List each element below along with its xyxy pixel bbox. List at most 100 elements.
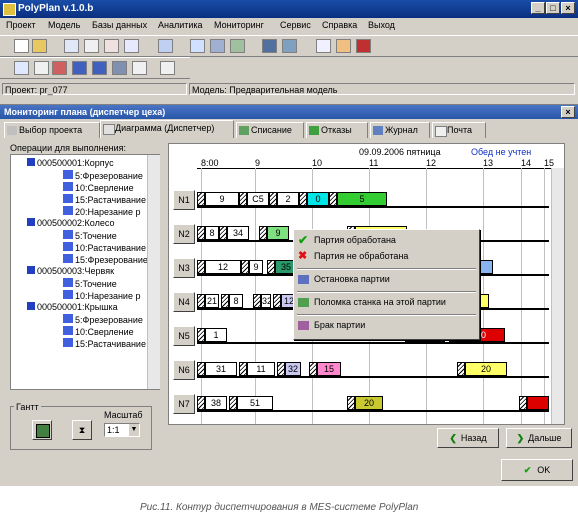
- batch-bar[interactable]: 32: [261, 294, 271, 308]
- display-icon[interactable]: [230, 39, 245, 53]
- batch-bar[interactable]: 12: [205, 260, 241, 274]
- machine-label[interactable]: N5: [173, 326, 195, 346]
- hourglass-button[interactable]: ⧗: [72, 420, 92, 440]
- batch-bar[interactable]: 38: [205, 396, 227, 410]
- machine-label[interactable]: N7: [173, 394, 195, 414]
- tree-order[interactable]: 000500003:Червяк: [27, 266, 114, 276]
- menu-service[interactable]: Сервис: [280, 20, 311, 30]
- table-icon[interactable]: [64, 39, 79, 53]
- menu-batch-stop[interactable]: Остановка партии: [294, 271, 479, 288]
- diamond-icon[interactable]: [316, 39, 331, 53]
- batch-bar[interactable]: 9: [267, 226, 289, 240]
- menu-batch-not-done[interactable]: ✖ Партия не обработана: [294, 248, 479, 265]
- grid-icon[interactable]: [52, 61, 67, 75]
- monitor-icon[interactable]: [210, 39, 225, 53]
- exit-door-icon[interactable]: [356, 39, 371, 53]
- menu-batch-defect[interactable]: Брак партии: [294, 317, 479, 334]
- batch-bar[interactable]: 31: [205, 362, 237, 376]
- tab-mail[interactable]: Почта: [432, 122, 486, 138]
- batch-bar[interactable]: 1: [205, 328, 227, 342]
- users-icon[interactable]: [72, 61, 87, 75]
- monitoring-close-button[interactable]: ×: [561, 106, 575, 118]
- network-icon[interactable]: [262, 39, 277, 53]
- new-file-icon[interactable]: [14, 39, 29, 53]
- next-button[interactable]: ❯ Дальше: [506, 428, 572, 448]
- document-icon[interactable]: [132, 61, 147, 75]
- chart-icon[interactable]: [104, 39, 119, 53]
- tree-operation[interactable]: 5:Точение: [63, 278, 117, 289]
- open-folder-icon[interactable]: [32, 39, 47, 53]
- tab-write-off[interactable]: Списание: [236, 122, 304, 138]
- gantt-vscroll[interactable]: [551, 168, 564, 424]
- batch-bar[interactable]: 8: [229, 294, 243, 308]
- tools-icon[interactable]: [190, 39, 205, 53]
- tree-operation[interactable]: 20:Нарезание р: [63, 206, 140, 217]
- batch-bar[interactable]: 0: [307, 192, 329, 206]
- team-icon[interactable]: [92, 61, 107, 75]
- machine-label[interactable]: N1: [173, 190, 195, 210]
- computer-icon[interactable]: [112, 61, 127, 75]
- close-button[interactable]: ×: [561, 2, 575, 14]
- batch-bar[interactable]: 9: [249, 260, 263, 274]
- machine-label[interactable]: N2: [173, 224, 195, 244]
- report-icon[interactable]: [14, 61, 29, 75]
- maximize-button[interactable]: □: [546, 2, 560, 14]
- factory-icon[interactable]: [282, 39, 297, 53]
- tree-operation[interactable]: 10:Сверление: [63, 326, 134, 337]
- batch-bar[interactable]: 15: [317, 362, 341, 376]
- tab-failures[interactable]: Отказы: [306, 122, 368, 138]
- menu-help[interactable]: Справка: [322, 20, 357, 30]
- tree-operation[interactable]: 5:Точение: [63, 230, 117, 241]
- tree-operation[interactable]: 15:Растачивание: [63, 338, 146, 349]
- batch-bar[interactable]: 9: [205, 192, 239, 206]
- tree-operation[interactable]: 10:Растачивание: [63, 242, 146, 253]
- menu-monitoring[interactable]: Мониторинг: [214, 20, 264, 30]
- back-button[interactable]: ❮ Назад: [437, 428, 499, 448]
- machine-label[interactable]: N3: [173, 258, 195, 278]
- batch-bar[interactable]: 11: [247, 362, 275, 376]
- batch-bar[interactable]: 2: [277, 192, 299, 206]
- batch-bar[interactable]: 32: [285, 362, 301, 376]
- gantt-view-button[interactable]: [32, 420, 52, 440]
- tree-operation[interactable]: 15:Растачивание: [63, 194, 146, 205]
- batch-bar[interactable]: 34: [227, 226, 249, 240]
- batch-bar[interactable]: [527, 396, 549, 410]
- batch-bar[interactable]: 5: [337, 192, 387, 206]
- form-icon[interactable]: [84, 39, 99, 53]
- menu-exit[interactable]: Выход: [368, 20, 395, 30]
- tree-order[interactable]: 000500001:Крышка: [27, 302, 118, 312]
- list-icon[interactable]: [124, 39, 139, 53]
- database-icon[interactable]: [158, 39, 173, 53]
- menu-databases[interactable]: Базы данных: [92, 20, 147, 30]
- scale-select[interactable]: 1:1 ▼: [104, 423, 140, 437]
- tree-operation[interactable]: 5:Фрезерование: [63, 314, 143, 325]
- machine-label[interactable]: N4: [173, 292, 195, 312]
- menu-batch-done[interactable]: ✔ Партия обработана: [294, 232, 479, 249]
- menu-analytics[interactable]: Аналитика: [158, 20, 203, 30]
- info-icon[interactable]: [34, 61, 49, 75]
- batch-bar[interactable]: 51: [237, 396, 273, 410]
- batch-bar[interactable]: 21: [205, 294, 219, 308]
- tree-operation[interactable]: 10:Нарезание р: [63, 290, 140, 301]
- tree-scrollbar[interactable]: [147, 155, 160, 389]
- menu-model[interactable]: Модель: [48, 20, 80, 30]
- tree-operation[interactable]: 5:Фрезерование: [63, 170, 143, 181]
- batch-bar[interactable]: 20: [355, 396, 383, 410]
- batch-bar[interactable]: 20: [465, 362, 507, 376]
- chevron-down-icon[interactable]: ▼: [129, 424, 139, 436]
- ok-button[interactable]: ✔ OK: [501, 459, 573, 481]
- menu-machine-breakdown[interactable]: Поломка станка на этой партии: [294, 294, 479, 311]
- tab-gantt-dispatcher[interactable]: Диаграмма (Диспетчер): [100, 120, 234, 138]
- tree-order[interactable]: 000500001:Корпус: [27, 158, 114, 168]
- tree-operation[interactable]: 15:Фрезерование: [63, 254, 148, 265]
- tab-project-selection[interactable]: Выбор проекта: [4, 122, 100, 138]
- batch-bar[interactable]: C5: [247, 192, 269, 206]
- books-icon[interactable]: [336, 39, 351, 53]
- machine-label[interactable]: N6: [173, 360, 195, 380]
- tab-journal[interactable]: Журнал: [370, 122, 430, 138]
- tree-operation[interactable]: 10:Сверление: [63, 182, 134, 193]
- tree-order[interactable]: 000500002:Колесо: [27, 218, 114, 228]
- batch-bar[interactable]: 8: [205, 226, 219, 240]
- menu-project[interactable]: Проект: [6, 20, 36, 30]
- export-icon[interactable]: [160, 61, 175, 75]
